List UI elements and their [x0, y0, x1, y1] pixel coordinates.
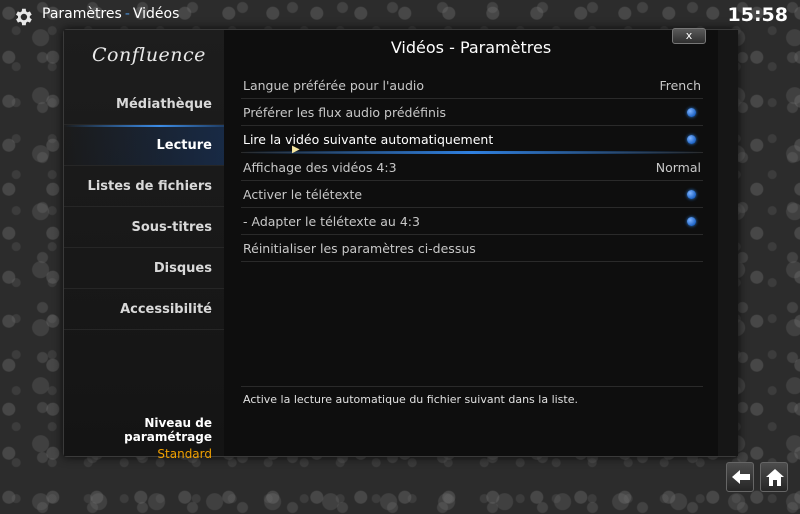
- breadcrumb-settings: Paramètres: [42, 6, 122, 22]
- back-arrow-icon: [732, 470, 750, 484]
- home-icon: [766, 469, 784, 486]
- settings-level-label: Niveau de paramétrage: [124, 416, 212, 444]
- settings-window: Confluence Médiathèque Lecture Listes de…: [63, 29, 738, 461]
- setting-value: Normal: [655, 160, 701, 175]
- setting-reset[interactable]: Réinitialiser les paramètres ci-dessus: [241, 235, 703, 262]
- sidebar-item-mediatheque[interactable]: Médiathèque: [64, 84, 224, 125]
- setting-label: Lire la vidéo suivante automatiquement: [243, 132, 494, 147]
- settings-panel: Vidéos - Paramètres Langue préférée pour…: [225, 30, 717, 456]
- toggle-on-indicator[interactable]: [687, 190, 696, 199]
- breadcrumb-separator: -: [124, 6, 130, 22]
- sidebar-item-lecture[interactable]: Lecture: [64, 125, 224, 166]
- breadcrumb-videos: Vidéos: [132, 6, 180, 22]
- divider: [241, 386, 703, 387]
- setting-autoplay-next[interactable]: Lire la vidéo suivante automatiquement: [241, 126, 703, 154]
- home-button[interactable]: [760, 462, 788, 492]
- mouse-pointer-icon: ▶: [292, 144, 300, 155]
- sidebar-item-accessibilite[interactable]: Accessibilité: [64, 289, 224, 330]
- settings-level-value: Standard: [157, 447, 212, 461]
- close-button[interactable]: x: [672, 28, 706, 44]
- setting-label: Activer le télétexte: [243, 187, 363, 202]
- clock: 15:58: [727, 4, 788, 26]
- gear-icon: [16, 8, 32, 26]
- setting-label: Préférer les flux audio prédéfinis: [243, 105, 446, 120]
- back-button[interactable]: [726, 462, 754, 492]
- toggle-on-indicator[interactable]: [687, 135, 696, 144]
- setting-scale-teletext[interactable]: - Adapter le télétexte au 4:3: [241, 208, 703, 235]
- sidebar-item-listes-de-fichiers[interactable]: Listes de fichiers: [64, 166, 224, 207]
- sidebar-item-disques[interactable]: Disques: [64, 248, 224, 289]
- sidebar: Confluence Médiathèque Lecture Listes de…: [64, 30, 224, 461]
- scrollbar[interactable]: [718, 30, 738, 456]
- setting-label: Langue préférée pour l'audio: [243, 78, 425, 93]
- toggle-on-indicator[interactable]: [687, 217, 696, 226]
- setting-enable-teletext[interactable]: Activer le télétexte: [241, 181, 703, 208]
- confluence-logo: Confluence: [92, 44, 206, 66]
- settings-level[interactable]: Niveau de paramétrage Standard: [64, 416, 212, 461]
- setting-43-display[interactable]: Affichage des vidéos 4:3 Normal: [241, 154, 703, 181]
- setting-description: Active la lecture automatique du fichier…: [243, 393, 578, 406]
- setting-label: - Adapter le télétexte au 4:3: [243, 214, 420, 229]
- setting-label: Affichage des vidéos 4:3: [243, 160, 397, 175]
- setting-prefer-default-audio[interactable]: Préférer les flux audio prédéfinis: [241, 99, 703, 126]
- breadcrumb: Paramètres - Vidéos: [42, 6, 179, 22]
- toggle-on-indicator[interactable]: [687, 108, 696, 117]
- dialog-title: Vidéos - Paramètres: [390, 38, 552, 57]
- setting-audio-language[interactable]: Langue préférée pour l'audio French: [241, 72, 703, 99]
- sidebar-item-sous-titres[interactable]: Sous-titres: [64, 207, 224, 248]
- setting-label: Réinitialiser les paramètres ci-dessus: [243, 241, 476, 256]
- setting-value: French: [659, 78, 701, 93]
